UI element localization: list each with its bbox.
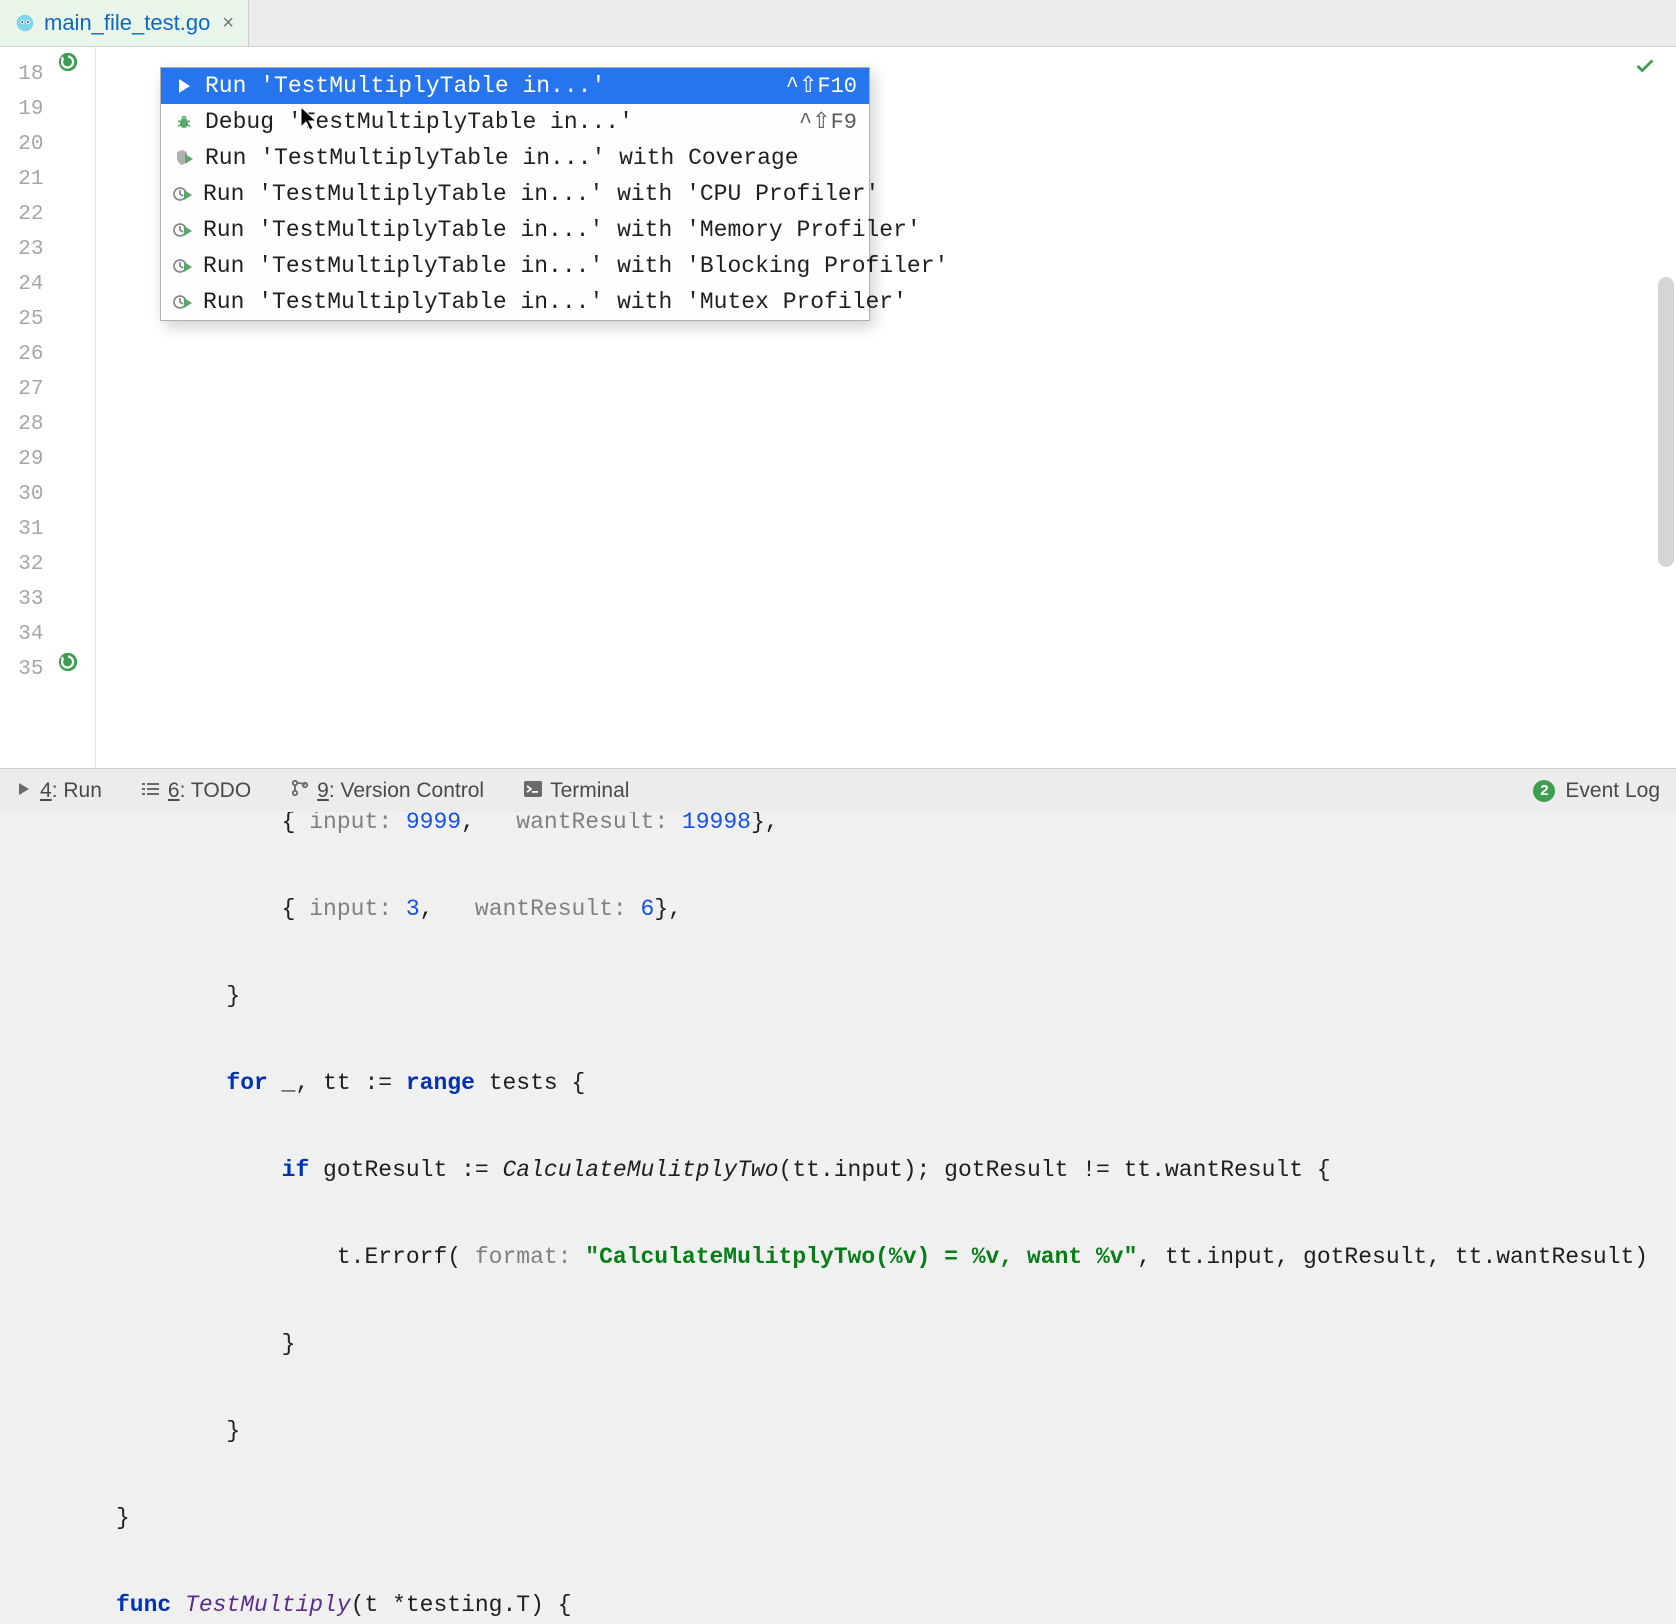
menu-item[interactable]: Run 'TestMultiplyTable in...' with 'Memo…	[161, 212, 869, 248]
tool-vcs[interactable]: 9: Version Control	[291, 779, 484, 803]
play-icon	[16, 779, 32, 803]
line-number: 25	[0, 302, 49, 337]
line-number: 32	[0, 547, 49, 582]
code-line: }	[96, 1414, 1676, 1449]
cursor-icon	[216, 79, 319, 164]
event-log[interactable]: Event Log	[1565, 779, 1660, 803]
line-number: 28	[0, 407, 49, 442]
menu-item[interactable]: Run 'TestMultiplyTable in...' with 'Bloc…	[161, 248, 869, 284]
gutter-icons	[49, 47, 95, 768]
line-number: 29	[0, 442, 49, 477]
line-number: 31	[0, 512, 49, 547]
run-test-gutter-icon[interactable]	[57, 51, 81, 75]
tool-run[interactable]: 4: Run	[16, 779, 102, 803]
play-green-icon	[173, 75, 195, 97]
go-file-icon	[14, 12, 36, 34]
code-area[interactable]: { input: 9999, wantResult: 19998}, { inp…	[96, 47, 1676, 768]
menu-item-label: Run 'TestMultiplyTable in...' with 'Memo…	[203, 217, 921, 243]
play-clock-icon	[173, 291, 193, 313]
code-line: if gotResult := CalculateMulitplyTwo(tt.…	[96, 1153, 1676, 1188]
menu-item-label: Run 'TestMultiplyTable in...' with 'Bloc…	[203, 253, 948, 279]
branch-icon	[291, 779, 309, 803]
menu-item-shortcut: ^⇧F10	[786, 73, 857, 99]
code-line: { input: 3, wantResult: 6},	[96, 892, 1676, 927]
editor: 181920212223242526272829303132333435 { i…	[0, 47, 1676, 768]
play-clock-icon	[173, 255, 193, 277]
code-line: }	[96, 1327, 1676, 1362]
list-icon	[142, 779, 160, 803]
notification-badge[interactable]: 2	[1533, 780, 1555, 802]
code-line: func TestMultiply(t *testing.T) {	[96, 1588, 1676, 1623]
bug-green-icon	[173, 111, 195, 133]
menu-item[interactable]: Run 'TestMultiplyTable in...' with 'Mute…	[161, 284, 869, 320]
gutter: 181920212223242526272829303132333435	[0, 47, 96, 768]
menu-item-shortcut: ^⇧F9	[799, 109, 857, 135]
menu-item[interactable]: Run 'TestMultiplyTable in...' with 'CPU …	[161, 176, 869, 212]
scrollbar[interactable]	[1658, 277, 1674, 567]
tool-todo[interactable]: 6: TODO	[142, 779, 251, 803]
line-number: 19	[0, 92, 49, 127]
play-shield-icon	[173, 147, 195, 169]
code-line: t.Errorf( format: "CalculateMulitplyTwo(…	[96, 1240, 1676, 1275]
terminal-icon	[524, 779, 542, 803]
line-number: 26	[0, 337, 49, 372]
play-clock-icon	[173, 183, 193, 205]
line-number: 33	[0, 582, 49, 617]
tool-terminal[interactable]: Terminal	[524, 779, 629, 803]
code-line: for _, tt := range tests {	[96, 1066, 1676, 1101]
line-number: 18	[0, 57, 49, 92]
menu-item-label: Run 'TestMultiplyTable in...' with 'CPU …	[203, 181, 879, 207]
menu-item-label: Run 'TestMultiplyTable in...' with 'Mute…	[203, 289, 907, 315]
line-number: 34	[0, 617, 49, 652]
line-number: 30	[0, 477, 49, 512]
line-number: 20	[0, 127, 49, 162]
line-number: 24	[0, 267, 49, 302]
line-number: 21	[0, 162, 49, 197]
line-numbers: 181920212223242526272829303132333435	[0, 47, 49, 768]
status-bar: 4: Run 6: TODO 9: Version Control Termin…	[0, 768, 1676, 812]
line-number: 35	[0, 652, 49, 687]
line-number: 23	[0, 232, 49, 267]
close-icon[interactable]: ×	[222, 12, 234, 35]
line-number: 22	[0, 197, 49, 232]
code-line: }	[96, 1501, 1676, 1536]
line-number: 27	[0, 372, 49, 407]
run-test-gutter-icon[interactable]	[57, 651, 81, 675]
code-line: }	[96, 979, 1676, 1014]
tab-bar: main_file_test.go ×	[0, 0, 1676, 47]
tab-filename: main_file_test.go	[44, 10, 210, 36]
play-clock-icon	[173, 219, 193, 241]
editor-tab[interactable]: main_file_test.go ×	[0, 0, 249, 46]
